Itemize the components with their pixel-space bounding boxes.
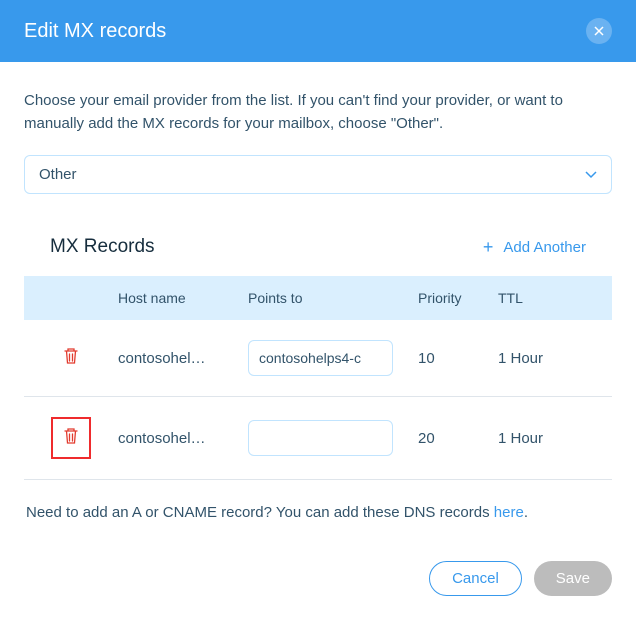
ttl-cell: 1 Hour <box>498 350 612 367</box>
cancel-button[interactable]: Cancel <box>429 561 522 596</box>
trash-icon <box>63 432 79 449</box>
instructions-text: Choose your email provider from the list… <box>24 90 612 135</box>
hostname-cell: contosohel… <box>118 350 248 367</box>
ttl-cell: 1 Hour <box>498 430 612 447</box>
close-button[interactable] <box>586 18 612 44</box>
pointsto-input[interactable] <box>248 340 393 376</box>
pointsto-input[interactable] <box>248 420 393 456</box>
add-another-label: Add Another <box>503 239 586 256</box>
table-row: contosohel… 201 Hour <box>24 397 612 480</box>
close-icon <box>594 26 604 36</box>
table-header-row: MX Records + Add Another <box>24 236 612 276</box>
provider-select-value: Other <box>39 166 77 183</box>
chevron-down-icon <box>585 166 597 183</box>
col-ttl: TTL <box>498 290 612 306</box>
priority-cell: 10 <box>418 350 498 367</box>
plus-icon: + <box>483 238 494 256</box>
table-title: MX Records <box>50 236 155 258</box>
dialog-title: Edit MX records <box>24 20 166 43</box>
priority-cell: 20 <box>418 430 498 447</box>
save-button[interactable]: Save <box>534 561 612 596</box>
trash-icon <box>63 352 79 369</box>
delete-row-button[interactable] <box>51 417 91 459</box>
col-hostname: Host name <box>118 290 248 306</box>
footer-note: Need to add an A or CNAME record? You ca… <box>24 504 612 521</box>
footer-note-suffix: . <box>524 504 528 521</box>
col-pointsto: Points to <box>248 290 418 306</box>
table-column-headers: Host name Points to Priority TTL <box>24 276 612 320</box>
provider-select[interactable]: Other <box>24 155 612 194</box>
delete-row-button[interactable] <box>63 347 79 369</box>
footer-note-prefix: Need to add an A or CNAME record? You ca… <box>26 504 494 521</box>
table-row: contosohel… 101 Hour <box>24 320 612 397</box>
footer-here-link[interactable]: here <box>494 504 524 521</box>
hostname-cell: contosohel… <box>118 430 248 447</box>
dialog-actions: Cancel Save <box>24 561 612 596</box>
add-another-button[interactable]: + Add Another <box>483 238 586 256</box>
col-priority: Priority <box>418 290 498 306</box>
dialog-header: Edit MX records <box>0 0 636 62</box>
dialog-content: Choose your email provider from the list… <box>0 62 636 616</box>
